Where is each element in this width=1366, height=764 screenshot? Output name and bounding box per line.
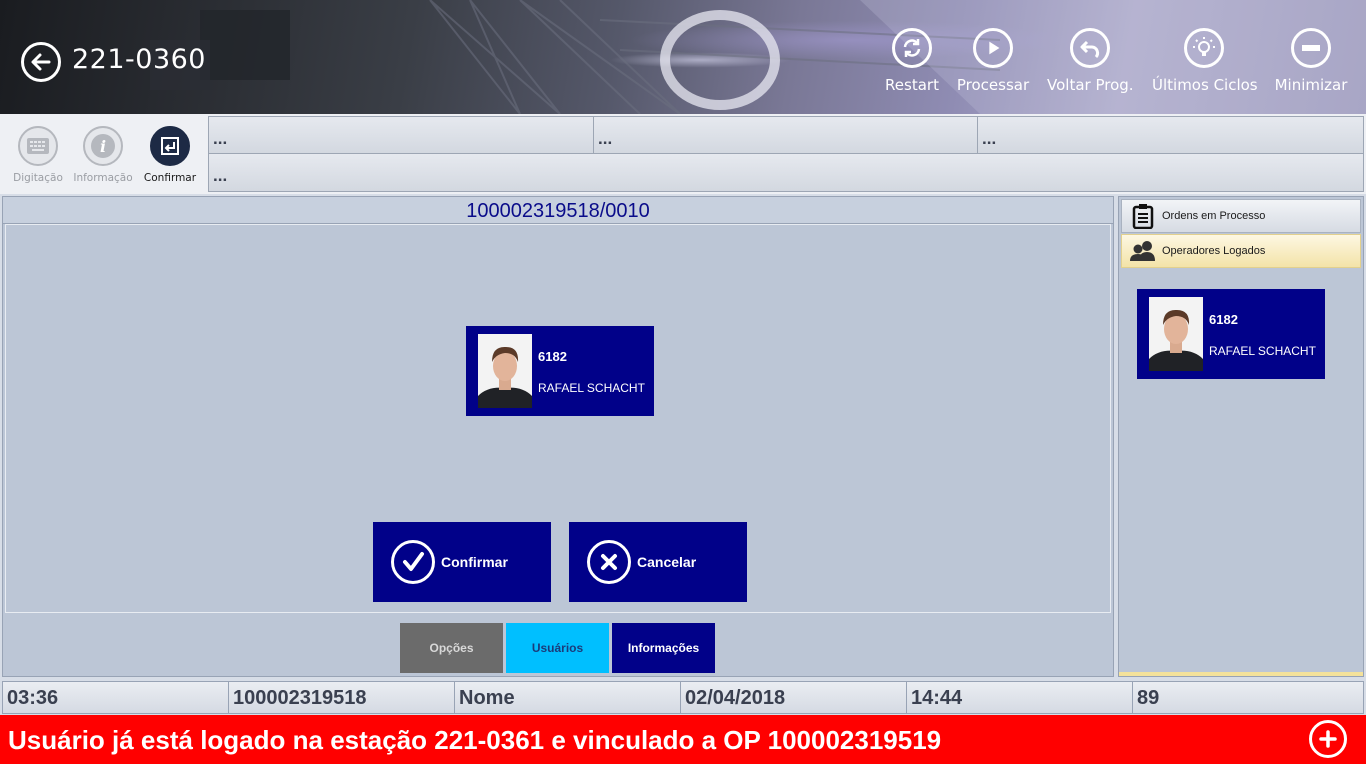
- side-panel-divider: [1119, 672, 1363, 676]
- logged-operator-code: 6182: [1209, 312, 1238, 327]
- logged-operator-photo: [1149, 297, 1203, 371]
- status-clock: 14:44: [907, 682, 1133, 713]
- confirm-label: Confirmar: [441, 554, 508, 570]
- minimizar-label: Minimizar: [1274, 76, 1348, 94]
- order-title: 100002319518/0010: [3, 197, 1113, 224]
- cancel-label: Cancelar: [637, 554, 697, 570]
- restart-label: Restart: [885, 76, 939, 94]
- info-cell-2: ...: [594, 117, 978, 154]
- voltar-prog-button[interactable]: Voltar Prog.: [1047, 28, 1134, 94]
- status-time-elapsed: 03:36: [3, 682, 229, 713]
- cancel-button[interactable]: Cancelar: [569, 522, 747, 602]
- alert-message: Usuário já está logado na estação 221-03…: [8, 725, 942, 755]
- avatar: [1149, 297, 1203, 371]
- avatar: [478, 334, 532, 408]
- logged-operator-card[interactable]: 6182 RAFAEL SCHACHT: [1137, 289, 1325, 379]
- status-order: 100002319518: [229, 682, 455, 713]
- tab-operadores-logados[interactable]: Operadores Logados: [1121, 234, 1361, 268]
- check-icon: [403, 552, 424, 571]
- info-cell-3: ...: [978, 117, 1363, 154]
- info-cell-4: ...: [209, 154, 1363, 191]
- processar-label: Processar: [956, 76, 1030, 94]
- side-panel: Ordens em Processo Operadores Logados 61…: [1118, 196, 1364, 677]
- operator-card[interactable]: 6182 RAFAEL SCHACHT: [466, 326, 654, 416]
- confirm-button[interactable]: Confirmar: [373, 522, 551, 602]
- tab-opcoes[interactable]: Opções: [400, 623, 503, 673]
- station-title: 221-0360: [72, 44, 206, 75]
- alert-bar: Usuário já está logado na estação 221-03…: [0, 715, 1366, 764]
- tab-informacoes[interactable]: Informações: [612, 623, 715, 673]
- operator-name: RAFAEL SCHACHT: [538, 381, 645, 395]
- minus-icon: [1302, 45, 1320, 51]
- main-panel: 100002319518/0010 6182 RAFAEL SCHACHT Co…: [2, 196, 1114, 677]
- close-icon: [601, 554, 617, 570]
- keyboard-icon: [27, 138, 49, 154]
- logged-operator-name: RAFAEL SCHACHT: [1209, 344, 1316, 358]
- ultimos-ciclos-label: Últimos Ciclos: [1152, 76, 1258, 94]
- processar-button[interactable]: Processar: [956, 28, 1030, 94]
- play-icon: [989, 41, 1000, 55]
- digitacao-button[interactable]: Digitação: [10, 126, 66, 184]
- ultimos-ciclos-button[interactable]: Últimos Ciclos: [1152, 28, 1258, 94]
- operator-work-area: 6182 RAFAEL SCHACHT Confirmar Cancelar: [5, 224, 1111, 613]
- operadores-logados-label: Operadores Logados: [1162, 245, 1266, 257]
- info-icon: i: [91, 134, 115, 158]
- informacao-button[interactable]: i Informação: [72, 126, 134, 184]
- tab-ordens-em-processo[interactable]: Ordens em Processo: [1121, 199, 1361, 233]
- operator-photo: [478, 334, 532, 408]
- plus-icon: [1319, 730, 1337, 748]
- arrow-left-icon: [31, 53, 51, 71]
- operator-code: 6182: [538, 349, 567, 364]
- confirmar-toolbar-button[interactable]: Confirmar: [141, 126, 199, 184]
- expand-alert-button[interactable]: [1309, 720, 1347, 758]
- status-count: 89: [1133, 682, 1363, 713]
- confirmar-toolbar-label: Confirmar: [143, 172, 197, 184]
- users-icon: [1130, 241, 1155, 261]
- status-bar: 03:36 100002319518 Nome 02/04/2018 14:44…: [2, 681, 1364, 714]
- clipboard-icon: [1132, 204, 1154, 229]
- status-name: Nome: [455, 682, 681, 713]
- lightbulb-icon: [1193, 37, 1215, 56]
- informacao-label: Informação: [73, 172, 133, 184]
- refresh-icon: [903, 39, 921, 57]
- digitacao-label: Digitação: [13, 172, 63, 184]
- tab-usuarios[interactable]: Usuários: [506, 623, 609, 673]
- voltar-prog-label: Voltar Prog.: [1047, 76, 1134, 94]
- ordens-em-processo-label: Ordens em Processo: [1162, 210, 1266, 222]
- minimizar-button[interactable]: Minimizar: [1274, 28, 1348, 94]
- info-cell-1: ...: [209, 117, 594, 154]
- restart-button[interactable]: Restart: [884, 28, 940, 94]
- status-date: 02/04/2018: [681, 682, 907, 713]
- svg-text:i: i: [100, 137, 106, 156]
- info-grid: ... ... ... ...: [208, 116, 1364, 192]
- header-bar: 221-0360 Restart Processar Voltar Prog.: [0, 0, 1366, 114]
- enter-icon: [161, 137, 179, 155]
- undo-icon: [1080, 40, 1100, 59]
- back-button[interactable]: [21, 42, 61, 82]
